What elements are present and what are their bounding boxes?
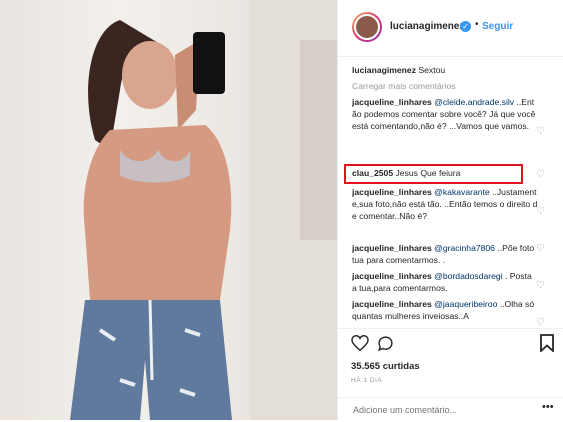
comments-list: lucianagimenez Sextou Carregar mais come… [352,64,548,326]
verified-badge-icon: ✓ [460,21,471,32]
load-more-comments-button[interactable]: Carregar mais comentários [352,80,548,92]
like-comment-heart-icon[interactable]: ♡ [536,169,546,180]
like-comment-heart-icon[interactable]: ♡ [536,317,546,328]
post-timestamp[interactable]: HÁ 1 DIA [351,377,382,384]
caption: lucianagimenez Sextou [352,64,548,76]
separator-dot: • [475,19,479,30]
like-comment-heart-icon[interactable]: ♡ [536,126,546,137]
comment-mention[interactable]: @gracinha7806 [434,243,495,253]
comment: jacqueline_linhares @cleide.andrade.silv… [352,96,548,160]
comment-username[interactable]: jacqueline_linhares [352,271,432,281]
follow-button[interactable]: Seguir [482,21,513,32]
post-header: lucianagimenez ✓ • Seguir [338,0,563,57]
comment-mention[interactable]: @bordadosdaregi [434,271,502,281]
add-comment-bar: ••• [337,397,563,422]
like-comment-heart-icon[interactable]: ♡ [536,280,546,291]
comment-username[interactable]: jacqueline_linhares [352,97,432,107]
more-options-icon[interactable]: ••• [542,401,554,413]
caption-username[interactable]: lucianagimenez [352,65,416,75]
heart-icon[interactable] [351,335,369,351]
comment: jacqueline_linhares @bordadosdaregi . Po… [352,270,548,294]
comment: jacqueline_linhares @gracinha7806 ..Põe … [352,242,548,266]
like-comment-heart-icon[interactable]: ♡ [536,206,546,217]
comment-mention[interactable]: @cleide.andrade.silv [434,97,514,107]
avatar[interactable] [352,12,382,42]
comment: jacqueline_linhares @kakavarante ..Justa… [352,186,548,238]
comment-input[interactable] [351,402,535,418]
post-photo[interactable] [0,0,337,420]
comment-username[interactable]: jacqueline_linhares [352,187,432,197]
bookmark-icon[interactable] [540,334,554,352]
post-actions: 35.565 curtidas HÁ 1 DIA ••• [337,328,563,421]
highlight-box [344,164,523,184]
post-photo-illustration [70,0,337,420]
comment: jacqueline_linhares @jaaqueribeiroo ..Ol… [352,298,548,322]
comment-icon[interactable] [377,335,394,352]
comment-mention[interactable]: @kakavarante [434,187,490,197]
comment-mention[interactable]: @jaaqueribeiroo [434,299,497,309]
comment-username[interactable]: jacqueline_linhares [352,299,432,309]
caption-text: Sextou [418,65,446,75]
like-comment-heart-icon[interactable]: ♡ [536,243,546,254]
comment-username[interactable]: jacqueline_linhares [352,243,432,253]
likes-count[interactable]: 35.565 curtidas [351,361,420,372]
header-username[interactable]: lucianagimenez [390,21,464,32]
